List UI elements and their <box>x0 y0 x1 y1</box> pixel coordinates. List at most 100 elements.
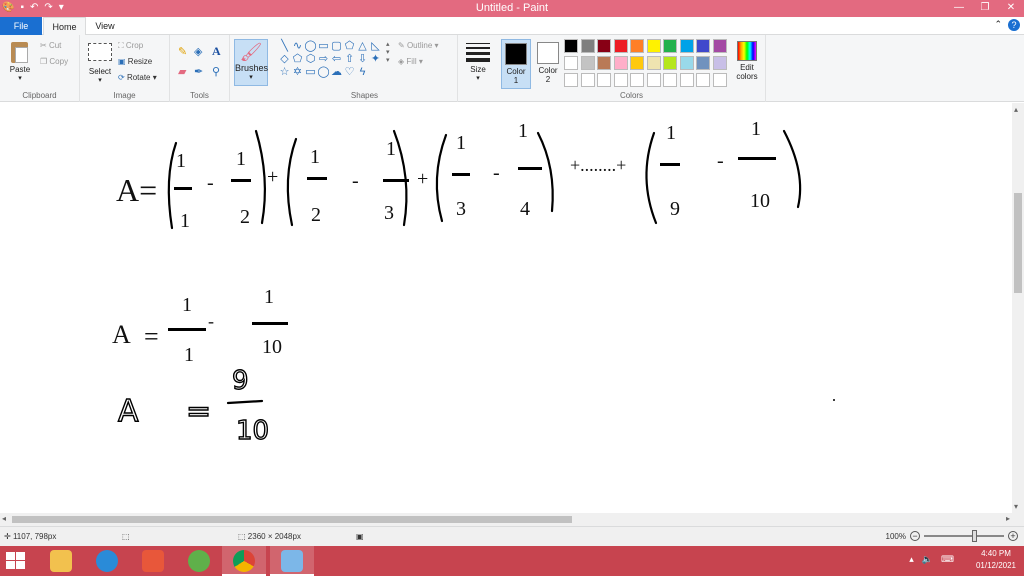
select-button[interactable]: Select ▾ <box>84 43 116 84</box>
brushes-button[interactable]: 🖌 Brushes ▾ <box>234 39 268 86</box>
five-point-star-icon[interactable]: ☆ <box>278 66 291 79</box>
palette-swatch[interactable] <box>679 73 694 87</box>
diamond-shape-icon[interactable]: ◇ <box>278 53 291 66</box>
windows-start-icon[interactable] <box>6 552 26 570</box>
vertical-scroll-thumb[interactable] <box>1014 193 1022 293</box>
scroll-right-icon[interactable]: ▸ <box>1006 514 1010 523</box>
tray-overflow-icon[interactable]: ▴ <box>909 554 914 565</box>
color2-button[interactable]: Color 2 <box>533 39 563 89</box>
rectangle-shape-icon[interactable]: ▭ <box>317 40 330 53</box>
palette-swatch[interactable] <box>696 39 710 53</box>
palette-swatch[interactable] <box>712 39 727 53</box>
palette-swatch[interactable] <box>597 73 611 87</box>
palette-swatch[interactable] <box>630 56 644 70</box>
close-icon[interactable]: ✕ <box>998 0 1024 17</box>
hexagon-shape-icon[interactable]: ⬡ <box>304 53 317 66</box>
collapse-ribbon-icon[interactable]: ⌃ <box>994 19 1002 31</box>
palette-swatch[interactable] <box>597 56 611 70</box>
lightning-shape-icon[interactable]: ϟ <box>356 66 369 79</box>
magnifier-icon[interactable]: ⚲ <box>212 65 220 78</box>
line-shape-icon[interactable]: ╲ <box>278 40 291 53</box>
color1-button[interactable]: Color 1 <box>501 39 531 89</box>
minimize-icon[interactable]: — <box>946 0 972 17</box>
palette-swatch[interactable] <box>679 56 694 70</box>
right-triangle-shape-icon[interactable]: ◺ <box>369 40 382 53</box>
up-arrow-shape-icon[interactable]: ⇧ <box>343 53 356 66</box>
cloud-callout-icon[interactable]: ☁ <box>330 66 343 79</box>
cut-button[interactable]: ✂ Cut <box>40 41 61 50</box>
palette-swatch[interactable] <box>663 39 677 53</box>
media-app-icon[interactable] <box>142 550 164 572</box>
text-tool-icon[interactable]: A <box>212 44 221 59</box>
palette-swatch[interactable] <box>613 39 628 53</box>
zoom-in-icon[interactable]: + <box>1008 531 1018 541</box>
help-icon[interactable]: ? <box>1008 19 1020 31</box>
eraser-icon[interactable]: ▰ <box>178 65 186 78</box>
palette-swatch[interactable] <box>696 56 710 70</box>
palette-swatch[interactable] <box>564 39 578 53</box>
horizontal-scroll-thumb[interactable] <box>12 516 572 523</box>
clock[interactable]: 4:40 PM 01/12/2021 <box>976 548 1016 572</box>
color-picker-icon[interactable]: ✒ <box>194 65 203 78</box>
palette-swatch[interactable] <box>613 56 628 70</box>
palette-swatch[interactable] <box>564 73 578 87</box>
right-arrow-shape-icon[interactable]: ⇨ <box>317 53 330 66</box>
palette-swatch[interactable] <box>663 56 677 70</box>
palette-swatch[interactable] <box>712 56 727 70</box>
curve-shape-icon[interactable]: ∿ <box>291 40 304 53</box>
chrome-icon[interactable] <box>233 550 255 572</box>
pentagon-shape-icon[interactable]: ⬠ <box>291 53 304 66</box>
tab-file[interactable]: File <box>0 17 42 35</box>
keyboard-icon[interactable]: ⌨ <box>941 554 954 565</box>
zoom-out-icon[interactable]: − <box>910 531 920 541</box>
palette-swatch[interactable] <box>663 73 677 87</box>
fill-bucket-icon[interactable]: ◈ <box>194 45 202 58</box>
palette-swatch[interactable] <box>613 73 628 87</box>
fill-button[interactable]: ◈ Fill ▾ <box>398 57 423 66</box>
palette-swatch[interactable] <box>630 73 644 87</box>
volume-icon[interactable]: 🔈 <box>922 554 933 565</box>
crop-button[interactable]: ⛶ Crop <box>118 41 143 51</box>
drawing-canvas[interactable]: A= 1 1 - 1 2 + 1 2 - 1 3 + 1 3 - 1 4 +..… <box>0 103 1012 513</box>
rounded-rectangle-shape-icon[interactable]: ▢ <box>330 40 343 53</box>
paint-app-icon[interactable] <box>281 550 303 572</box>
down-arrow-shape-icon[interactable]: ⇩ <box>356 53 369 66</box>
file-explorer-icon[interactable] <box>50 550 72 572</box>
vertical-scrollbar[interactable]: ▴ ▾ <box>1012 103 1024 513</box>
six-point-star-icon[interactable]: ✡ <box>291 66 304 79</box>
oval-shape-icon[interactable]: ◯ <box>304 40 317 53</box>
four-point-star-icon[interactable]: ✦ <box>369 53 382 66</box>
tab-home[interactable]: Home <box>43 17 86 36</box>
palette-swatch[interactable] <box>580 56 595 70</box>
scroll-left-icon[interactable]: ◂ <box>2 514 6 523</box>
shapes-scroll-icon[interactable]: ▴ ▾ ▾ <box>386 40 390 64</box>
palette-swatch[interactable] <box>679 39 694 53</box>
pencil-icon[interactable]: ✎ <box>178 45 187 58</box>
green-app-icon[interactable] <box>188 550 210 572</box>
zoom-slider[interactable] <box>924 530 1004 542</box>
palette-swatch[interactable] <box>646 73 661 87</box>
palette-swatch[interactable] <box>580 39 595 53</box>
palette-swatch[interactable] <box>630 39 644 53</box>
scroll-up-icon[interactable]: ▴ <box>1014 105 1018 114</box>
scroll-down-icon[interactable]: ▾ <box>1014 502 1018 511</box>
left-arrow-shape-icon[interactable]: ⇦ <box>330 53 343 66</box>
restore-icon[interactable]: ❐ <box>972 0 998 17</box>
paste-button[interactable]: Paste ▾ <box>6 39 34 82</box>
palette-swatch[interactable] <box>646 39 661 53</box>
edit-colors-button[interactable]: Edit colors <box>731 39 763 81</box>
oval-callout-icon[interactable]: ◯ <box>317 66 330 79</box>
palette-swatch[interactable] <box>597 39 611 53</box>
size-button[interactable]: Size ▾ <box>462 37 494 82</box>
palette-swatch[interactable] <box>646 56 661 70</box>
outline-button[interactable]: ✎ Outline ▾ <box>398 41 439 50</box>
palette-swatch[interactable] <box>696 73 710 87</box>
palette-swatch[interactable] <box>564 56 578 70</box>
heart-shape-icon[interactable]: ♡ <box>343 66 356 79</box>
polygon-shape-icon[interactable]: ⬠ <box>343 40 356 53</box>
resize-button[interactable]: ▣ Resize <box>118 57 152 66</box>
copy-button[interactable]: ❐ Copy <box>40 57 68 66</box>
horizontal-scrollbar[interactable]: ◂ ▸ <box>0 513 1012 526</box>
rect-callout-icon[interactable]: ▭ <box>304 66 317 79</box>
palette-swatch[interactable] <box>712 73 727 87</box>
